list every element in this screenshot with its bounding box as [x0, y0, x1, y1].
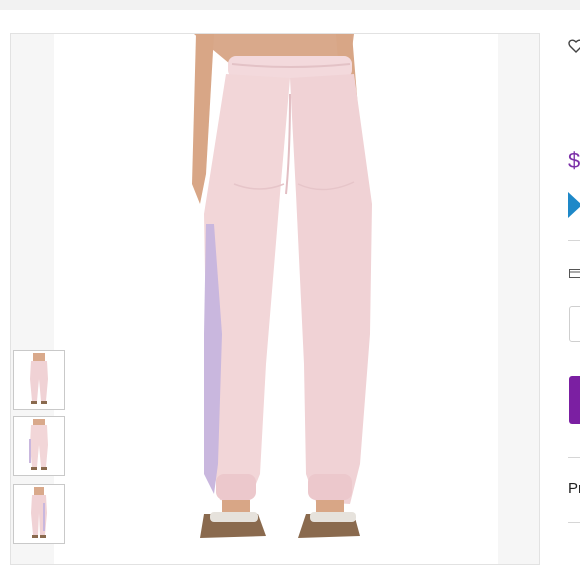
heart-icon[interactable]	[568, 38, 580, 53]
product-details-label[interactable]: Pr	[568, 481, 580, 496]
calendar-icon	[569, 265, 580, 278]
divider	[568, 457, 580, 458]
thumbnail-back[interactable]	[13, 416, 65, 476]
thumbnail-front[interactable]	[13, 350, 65, 410]
price: $	[568, 148, 580, 173]
thumbnail-side[interactable]	[13, 484, 65, 544]
thumbnail-side-image	[31, 487, 47, 538]
divider	[568, 240, 580, 241]
promo-badge-icon[interactable]	[568, 190, 580, 220]
thumbnail-back-image	[29, 419, 48, 470]
thumbnail-front-image	[30, 353, 48, 404]
size-select[interactable]	[569, 306, 580, 342]
pants-back-view-illustration	[192, 34, 372, 538]
product-info-panel: $ Pr	[566, 0, 580, 580]
main-product-image[interactable]	[54, 34, 498, 564]
divider	[568, 522, 580, 523]
top-strip	[0, 0, 580, 10]
add-to-bag-button[interactable]	[569, 376, 580, 424]
